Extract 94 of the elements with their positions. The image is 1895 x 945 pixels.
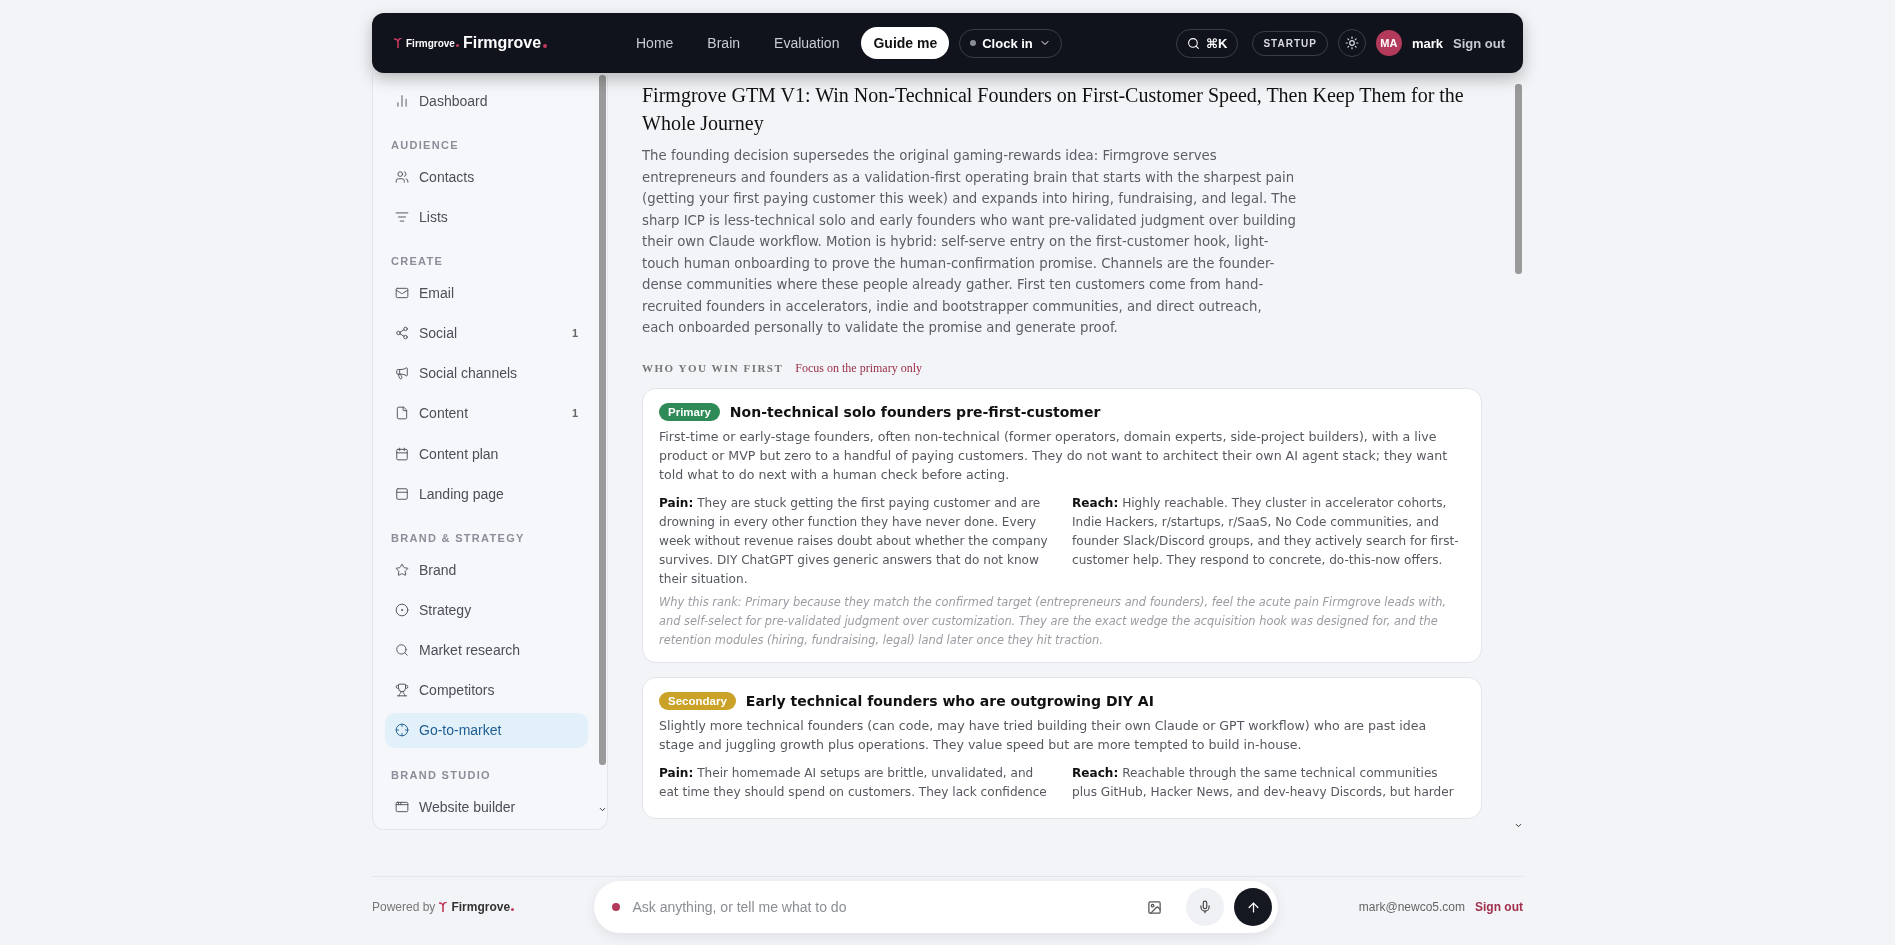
user-email: mark@newco5.com: [1358, 900, 1465, 914]
item-label: Market research: [419, 642, 521, 659]
page-title: Firmgrove GTM V1: Win Non-Technical Founders on First-Customer Speed, Then Keep Them for the Whole Journey: [642, 83, 1465, 137]
section-title: BRAND & STRATEGY: [390, 531, 526, 547]
segment-description: Slightly more technical founders (can code, may have tried building their own Claude or GPT workflow) who are past idea stage and juggling growth plus operations. They value speed but are more tempted to build in-house.: [659, 716, 1428, 754]
pain-text: Pain: They are stuck getting the first paying customer and are drowning in every other function they have never done. Every week without revenue raises doubt about whether the company survives. DIY ChatGPT gives generic answers that do not know their situation.: [659, 494, 1049, 588]
image-icon[interactable]: [1147, 899, 1163, 915]
rank-rationale: Why this rank: Primary because they match the confirmed target (entrepreneurs and founders), feel the acute pain Firmgrove leads with, and self-select for pre-validated judgment over customization. They are the exact wedge the acquisition hook was designed for, and the retention modules (hiring, fundraising, legal) land later once they hit traction.: [659, 593, 1448, 649]
nav-tab[interactable]: Evaluation: [762, 27, 852, 59]
status-dot: [612, 903, 621, 911]
item-label: Content: [419, 405, 469, 422]
reach-text: Reach: Reachable through the same technical communities plus GitHub, Hacker News, and dev-heavy Discords, but harder: [1072, 764, 1455, 801]
nav-icon: [395, 486, 409, 501]
section-title: BRAND STUDIO: [390, 767, 492, 783]
microphone-icon: [1198, 900, 1213, 914]
item-label: Email: [419, 285, 454, 301]
scroll-down-icon[interactable]: [1514, 821, 1523, 830]
section-title: CREATE: [390, 254, 445, 270]
segment-title: Non-technical solo founders pre-first-customer: [729, 403, 1101, 420]
count: 1: [571, 407, 578, 420]
logo: Firmgrove: [462, 34, 548, 52]
nav-icon: [395, 602, 409, 617]
item-label: Brand: [419, 561, 457, 578]
section-label: WHO YOU WIN FIRST: [642, 361, 784, 374]
segment-title: Early technical founders who are outgrowing DIY AI: [745, 692, 1154, 709]
section-note: Focus on the primary only: [795, 360, 922, 376]
sprout-icon: [439, 902, 448, 912]
nav-icon: [395, 326, 409, 341]
scroll-down-icon[interactable]: [598, 805, 607, 814]
nav-icon: [395, 286, 409, 300]
tier-badge: Primary: [659, 402, 720, 421]
nav-icon: [395, 562, 409, 577]
nav-icon: [395, 446, 409, 461]
count: 1: [571, 327, 578, 340]
send-button[interactable]: [1234, 888, 1273, 926]
chat-input[interactable]: Ask anything, or tell me what to do: [630, 898, 1138, 916]
item-label: Social: [419, 325, 458, 342]
sidebar-item[interactable]: Go-to-market: [385, 712, 588, 748]
powered-by: Powered by: [372, 900, 436, 914]
logo-small: Firmgrove: [406, 37, 459, 49]
user-name: mark: [1411, 35, 1443, 51]
item-label: Social channels: [419, 365, 518, 382]
sidebar-item[interactable]: Brand: [385, 552, 588, 588]
sidebar-item[interactable]: Strategy: [385, 592, 588, 628]
sprout-icon: [394, 38, 402, 48]
item-label: Dashboard: [419, 92, 488, 109]
sidebar-item[interactable]: Content plan: [385, 436, 588, 472]
nav-icon: [395, 683, 409, 698]
item-label: Competitors: [419, 682, 495, 699]
item-label: Landing page: [419, 485, 504, 502]
nav-tab[interactable]: Brain: [695, 27, 753, 59]
sidebar-item[interactable]: Dashboard: [385, 83, 588, 119]
sidebar-item[interactable]: Landing page: [385, 476, 588, 512]
nav-icon: [395, 799, 409, 814]
item-label: Lists: [419, 208, 448, 225]
sidebar-item[interactable]: Social 1: [385, 315, 588, 351]
nav-icon: [395, 93, 409, 108]
sign-out-link[interactable]: Sign out: [1475, 900, 1523, 914]
item-label: Go-to-market: [419, 722, 502, 739]
scrollbar[interactable]: [1515, 84, 1522, 274]
section-title: AUDIENCE: [390, 138, 460, 154]
segment-description: First-time or early-stage founders, often non-technical (former operators, domain experts, side-project builders), with a live product or MVP but zero to a handful of paying customers. They do not want to architect their own AI agent stack; they want told what to do next with a human check before acting.: [659, 427, 1449, 484]
sun-icon: [1344, 36, 1359, 50]
tier-badge: Secondary: [659, 691, 736, 710]
nav-icon: [395, 643, 409, 658]
scrollbar[interactable]: [599, 75, 606, 765]
chat-bar[interactable]: Ask anything, or tell me what to do: [594, 881, 1279, 933]
reach-text: Reach: Highly reachable. They cluster in accelerator cohorts, Indie Hackers, r/startups, r/SaaS, No Code communities, and founder Slack/Discord groups, and they actively search for first-customer help. They respond to concrete, do-this-now offers.: [1072, 494, 1460, 569]
nav-icon: [395, 169, 409, 184]
sidebar-item[interactable]: Competitors: [385, 672, 588, 708]
sidebar-item[interactable]: Market research: [385, 632, 588, 668]
item-label: Content plan: [419, 445, 499, 462]
avatar[interactable]: MA: [1375, 30, 1402, 56]
nav-icon: [395, 366, 409, 381]
summary: The founding decision supersedes the original gaming-rewards idea: Firmgrove serves entrepreneurs and founders as a validation-first operating brain that starts with the sharpest pain (getting your first paying customer this week) and expands into hiring, fundraising, and legal. The sharp ICP is less-technical solo and early founders who want pre-validated judgment over building their own Claude workflow. Motion is hybrid: self-serve entry on the first-customer hook, light-touch human onboarding to prove the human-confirmation promise. Channels are the founder-dense communities where these people already gather. First ten customers come from hand-recruited founders in accelerators, indie and bootstrapper communities, and direct outreach, each onboarded personally to validate the promise and generate proof.: [642, 147, 1297, 337]
sidebar-item[interactable]: Website builder: [385, 788, 588, 825]
sign-out-link[interactable]: Sign out: [1453, 35, 1505, 51]
item-label: Website builder: [419, 798, 516, 815]
sidebar-item[interactable]: Contacts: [385, 159, 588, 195]
sidebar-item[interactable]: Content 1: [385, 395, 588, 431]
nav-tab[interactable]: Home: [624, 27, 686, 59]
pain-text: Pain: Their homemade AI setups are brittle, unvalidated, and eat time they should spend on customers. They lack confidence: [659, 764, 1048, 801]
sidebar-item[interactable]: Social channels: [385, 355, 588, 391]
nav-icon: [395, 209, 409, 224]
nav-icon: [395, 723, 409, 738]
footer-logo: Firmgrove: [451, 900, 515, 914]
sidebar-item[interactable]: Lists: [385, 199, 588, 235]
mic-button[interactable]: [1186, 888, 1225, 926]
nav-tab[interactable]: Guide me: [861, 27, 950, 59]
item-label: Contacts: [419, 168, 475, 185]
item-label: Strategy: [419, 601, 472, 618]
sidebar-item[interactable]: Email: [385, 275, 588, 311]
nav-icon: [395, 406, 409, 421]
search-icon: [1187, 36, 1200, 50]
